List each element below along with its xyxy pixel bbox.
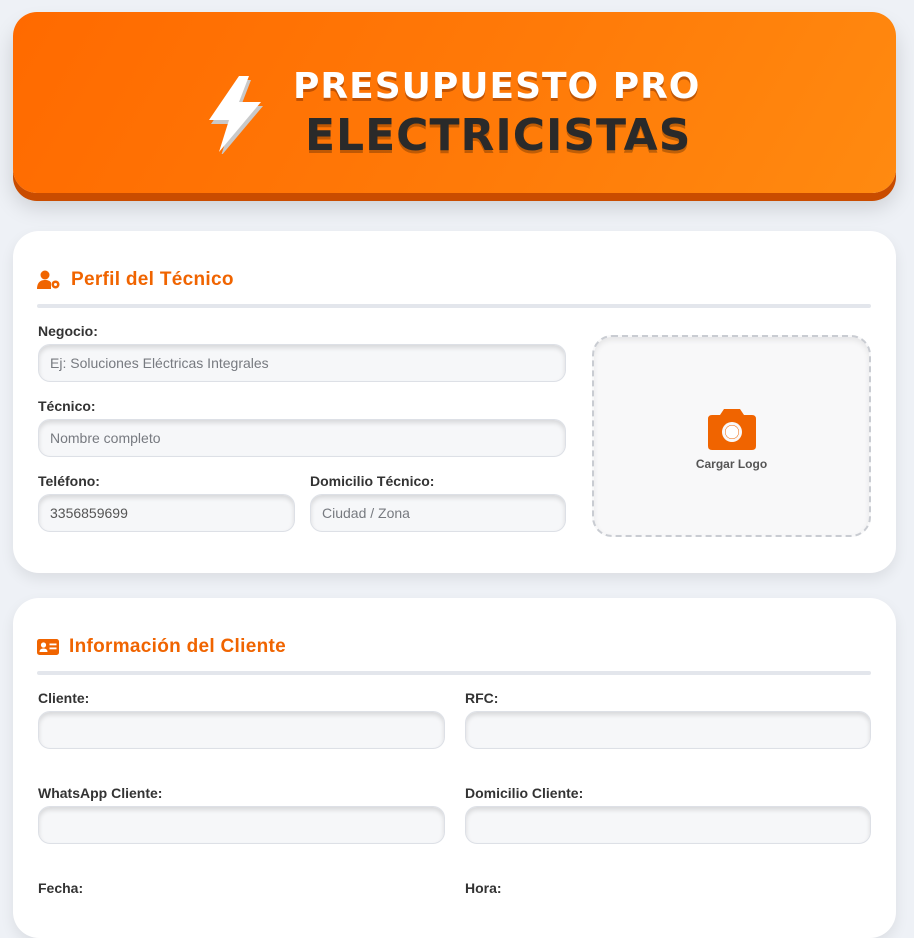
domicilio-cliente-label: Domicilio Cliente: (465, 785, 584, 801)
technician-profile-card: Perfil del Técnico Negocio: Técnico: Tel… (13, 231, 896, 573)
domicilio-tecnico-label: Domicilio Técnico: (310, 473, 435, 489)
client-info-title: Información del Cliente (37, 636, 286, 658)
rfc-label: RFC: (465, 690, 499, 706)
app-title-line1: PRESUPUESTO PRO (293, 66, 701, 107)
camera-icon (708, 409, 756, 450)
id-card-icon (37, 639, 59, 655)
rfc-input[interactable] (465, 711, 871, 749)
domicilio-cliente-input[interactable] (465, 806, 871, 844)
app-header: PRESUPUESTO PRO ELECTRICISTAS (13, 12, 896, 193)
tecnico-input[interactable] (38, 419, 566, 457)
user-gear-icon (37, 270, 60, 289)
section-divider (37, 304, 871, 308)
hora-label: Hora: (465, 880, 502, 896)
client-info-card: Información del Cliente Cliente: RFC: Wh… (13, 598, 896, 938)
upload-logo-button[interactable]: Cargar Logo (592, 335, 871, 537)
lightning-bolt-icon (209, 76, 263, 154)
negocio-label: Negocio: (38, 323, 98, 339)
upload-logo-label: Cargar Logo (695, 457, 768, 471)
negocio-input[interactable] (38, 344, 566, 382)
technician-profile-title: Perfil del Técnico (37, 269, 234, 291)
app-title-line2: ELECTRICISTAS (305, 110, 692, 161)
telefono-label: Teléfono: (38, 473, 100, 489)
whatsapp-cliente-input[interactable] (38, 806, 445, 844)
tecnico-label: Técnico: (38, 398, 96, 414)
cliente-label: Cliente: (38, 690, 90, 706)
fecha-label: Fecha: (38, 880, 84, 896)
whatsapp-cliente-label: WhatsApp Cliente: (38, 785, 163, 801)
cliente-input[interactable] (38, 711, 445, 749)
section-divider (37, 671, 871, 675)
domicilio-tecnico-input[interactable] (310, 494, 566, 532)
client-info-title-text: Información del Cliente (69, 636, 286, 657)
telefono-input[interactable] (38, 494, 295, 532)
technician-profile-title-text: Perfil del Técnico (71, 269, 234, 290)
